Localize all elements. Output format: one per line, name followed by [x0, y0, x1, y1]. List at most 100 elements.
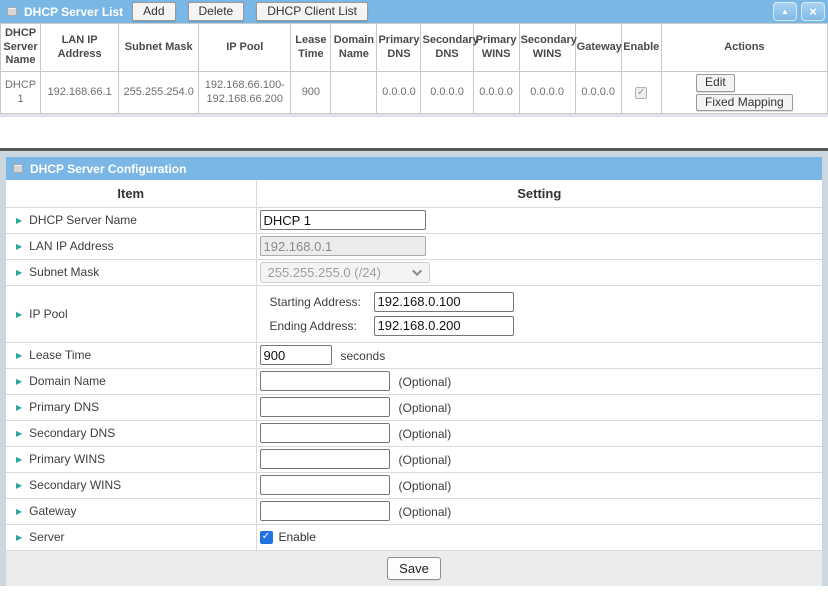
- row-secondary-wins: ▶Secondary WINS (Optional): [6, 472, 822, 498]
- cell-name: DHCP 1: [1, 72, 41, 114]
- cell-primary-wins: 0.0.0.0: [473, 72, 519, 114]
- cell-secondary-dns: 0.0.0.0: [421, 72, 473, 114]
- gateway-input[interactable]: [260, 501, 390, 521]
- primary-wins-input[interactable]: [260, 449, 390, 469]
- starting-address-label: Starting Address:: [270, 295, 374, 309]
- row-arrow-icon: ▶: [16, 377, 22, 386]
- check-icon: ✓: [637, 88, 645, 98]
- row-arrow-icon: ▶: [16, 429, 22, 438]
- lan-ip-input: [260, 236, 426, 256]
- row-arrow-icon: ▶: [16, 507, 22, 516]
- optional-note: (Optional): [399, 453, 452, 467]
- close-button[interactable]: ×: [801, 2, 825, 21]
- dhcp-server-configuration-header: DHCP Server Configuration: [6, 157, 822, 180]
- dhcp-server-list-header: DHCP Server List Add Delete DHCP Client …: [0, 0, 828, 23]
- optional-note: (Optional): [399, 505, 452, 519]
- dhcp-server-configuration-panel: DHCP Server Configuration Item Setting ▶…: [0, 148, 828, 586]
- collapse-button[interactable]: ▲: [773, 2, 797, 21]
- row-ip-pool: ▶ IP Pool Starting Address: Ending Addres…: [6, 285, 822, 342]
- subnet-mask-value: 255.255.255.0 (/24): [268, 265, 381, 280]
- check-icon: ✓: [262, 532, 270, 542]
- dhcp-server-name-input[interactable]: [260, 210, 426, 230]
- server-enable-checkbox[interactable]: ✓: [260, 531, 273, 544]
- close-icon: ×: [809, 4, 817, 19]
- optional-note: (Optional): [399, 375, 452, 389]
- cell-secondary-wins: 0.0.0.0: [519, 72, 575, 114]
- panel-title: DHCP Server List: [24, 5, 123, 19]
- lease-time-unit: seconds: [341, 349, 386, 363]
- row-arrow-icon: ▶: [16, 242, 22, 251]
- cell-primary-dns: 0.0.0.0: [377, 72, 421, 114]
- optional-note: (Optional): [399, 427, 452, 441]
- row-label: Primary WINS: [29, 452, 105, 466]
- row-label: Secondary WINS: [29, 478, 121, 492]
- row-arrow-icon: ▶: [16, 351, 22, 360]
- row-secondary-dns: ▶ Secondary DNS (Optional): [6, 420, 822, 446]
- row-primary-wins: ▶ Primary WINS (Optional): [6, 446, 822, 472]
- col-subnet-mask: Subnet Mask: [119, 24, 199, 72]
- table-row: DHCP 1 192.168.66.1 255.255.254.0 192.16…: [1, 72, 828, 114]
- domain-name-input[interactable]: [260, 371, 390, 391]
- dhcp-client-list-button[interactable]: DHCP Client List: [256, 2, 368, 21]
- save-button[interactable]: Save: [387, 557, 441, 580]
- setting-header: Setting: [256, 180, 822, 207]
- configuration-footer: Save: [6, 551, 822, 586]
- col-enable: Enable: [621, 24, 661, 72]
- row-server: ▶ Server ✓ Enable: [6, 524, 822, 550]
- row-lan-ip-address: ▶ LAN IP Address: [6, 233, 822, 259]
- ending-address-label: Ending Address:: [270, 319, 374, 333]
- row-primary-dns: ▶Primary DNS (Optional): [6, 394, 822, 420]
- row-label: Secondary DNS: [29, 426, 115, 440]
- edit-button[interactable]: Edit: [696, 74, 735, 91]
- col-domain-name: Domain Name: [331, 24, 377, 72]
- dhcp-server-list-panel: DHCP Server List Add Delete DHCP Client …: [0, 0, 828, 117]
- row-arrow-icon: ▶: [16, 216, 22, 225]
- collapse-icon: ▲: [781, 7, 789, 16]
- col-secondary-wins: Secondary WINS: [519, 24, 575, 72]
- config-header-row: Item Setting: [6, 180, 822, 207]
- cell-domain-name: [331, 72, 377, 114]
- row-subnet-mask: ▶ Subnet Mask 255.255.255.0 (/24): [6, 259, 822, 285]
- delete-button[interactable]: Delete: [188, 2, 245, 21]
- item-header: Item: [6, 180, 256, 207]
- panel-title: DHCP Server Configuration: [30, 162, 186, 176]
- secondary-wins-input[interactable]: [260, 475, 390, 495]
- row-label: LAN IP Address: [29, 239, 114, 253]
- row-arrow-icon: ▶: [16, 268, 22, 277]
- row-arrow-icon: ▶: [16, 403, 22, 412]
- cell-lease-time: 900: [291, 72, 331, 114]
- ending-address-input[interactable]: [374, 316, 514, 336]
- server-enable-label: Enable: [279, 530, 316, 544]
- row-arrow-icon: ▶: [16, 310, 22, 319]
- secondary-dns-input[interactable]: [260, 423, 390, 443]
- dhcp-server-table: DHCP Server Name LAN IP Address Subnet M…: [0, 23, 828, 114]
- row-label: Gateway: [29, 504, 76, 518]
- cell-lan-ip: 192.168.66.1: [41, 72, 119, 114]
- col-lan-ip-address: LAN IP Address: [41, 24, 119, 72]
- configuration-table: Item Setting ▶ DHCP Server Name ▶ LAN IP A…: [6, 180, 822, 551]
- row-arrow-icon: ▶: [16, 455, 22, 464]
- col-primary-wins: Primary WINS: [473, 24, 519, 72]
- row-label: DHCP Server Name: [29, 213, 137, 227]
- cell-gateway: 0.0.0.0: [575, 72, 621, 114]
- row-dhcp-server-name: ▶ DHCP Server Name: [6, 207, 822, 233]
- row-lease-time: ▶ Lease Time seconds: [6, 342, 822, 368]
- cell-subnet-mask: 255.255.254.0: [119, 72, 199, 114]
- primary-dns-input[interactable]: [260, 397, 390, 417]
- row-arrow-icon: ▶: [16, 533, 22, 542]
- starting-address-input[interactable]: [374, 292, 514, 312]
- row-enable-checkbox-disabled: ✓: [635, 87, 647, 99]
- lease-time-input[interactable]: [260, 345, 332, 365]
- row-label: Server: [29, 530, 64, 544]
- row-label: Lease Time: [29, 348, 91, 362]
- add-button[interactable]: Add: [132, 2, 175, 21]
- table-header-row: DHCP Server Name LAN IP Address Subnet M…: [1, 24, 828, 72]
- col-gateway: Gateway: [575, 24, 621, 72]
- col-lease-time: Lease Time: [291, 24, 331, 72]
- fixed-mapping-button[interactable]: Fixed Mapping: [696, 94, 793, 111]
- row-domain-name: ▶Domain Name (Optional): [6, 368, 822, 394]
- row-label: Subnet Mask: [29, 265, 99, 279]
- panel-square-icon: [7, 7, 17, 16]
- row-label: IP Pool: [29, 307, 67, 321]
- col-dhcp-server-name: DHCP Server Name: [1, 24, 41, 72]
